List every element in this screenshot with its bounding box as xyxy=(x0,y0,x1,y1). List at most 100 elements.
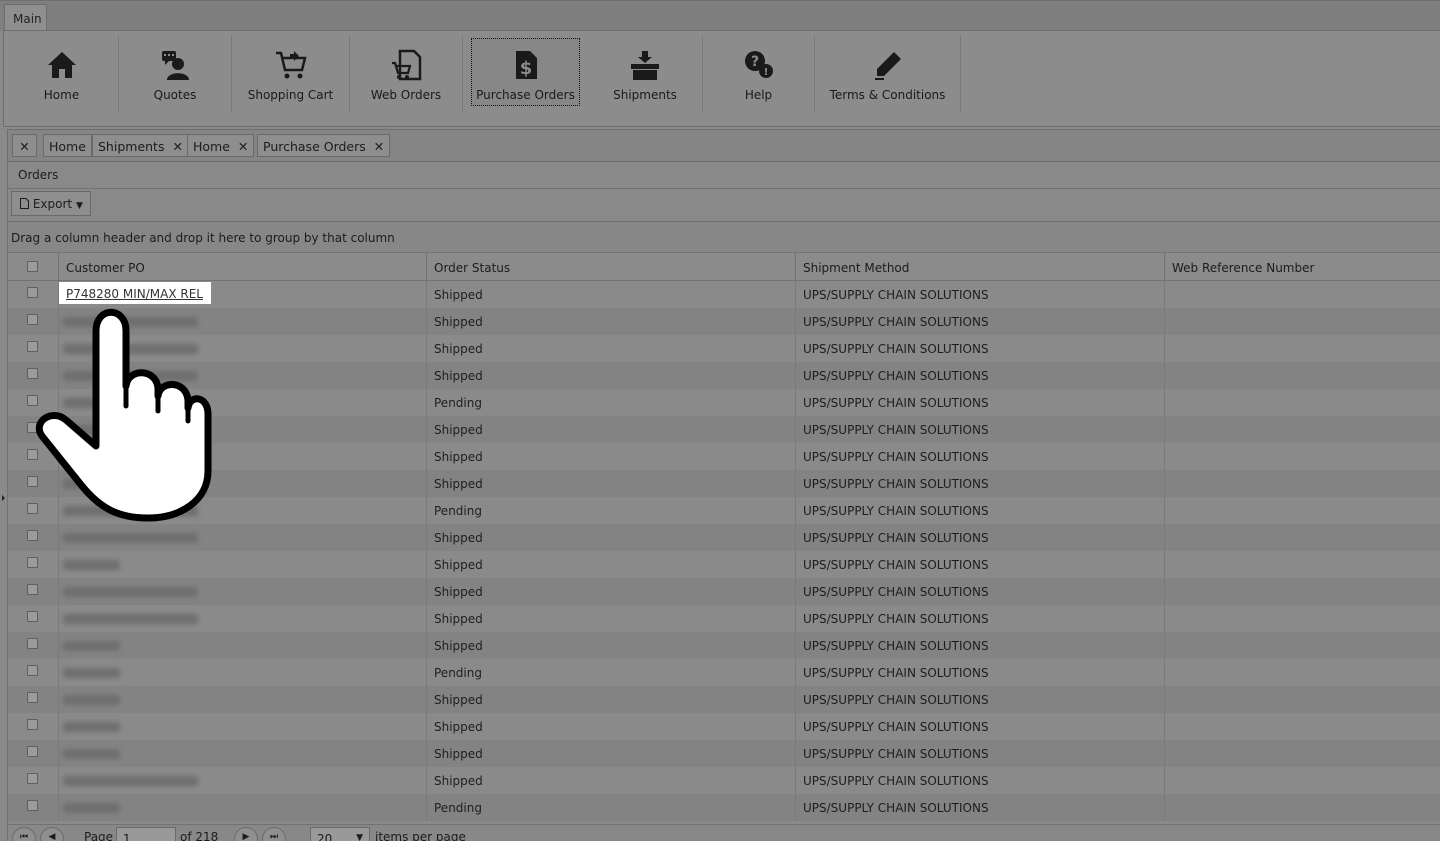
ribbon-button-terms[interactable]: Terms & Conditions xyxy=(815,35,961,113)
export-button[interactable]: Export ▼ xyxy=(11,191,91,216)
table-row[interactable]: Shipped UPS/SUPPLY CHAIN SOLUTIONS xyxy=(8,362,1440,389)
row-checkbox[interactable] xyxy=(27,665,38,676)
order-status-cell: Shipped xyxy=(427,767,796,794)
table-row[interactable]: Shipped UPS/SUPPLY CHAIN SOLUTIONS xyxy=(8,443,1440,470)
svg-text:!: ! xyxy=(763,67,768,78)
ribbon-button-help[interactable]: ? ! Help xyxy=(703,35,815,113)
close-icon[interactable]: ✕ xyxy=(172,139,182,154)
row-checkbox[interactable] xyxy=(27,746,38,757)
table-row[interactable]: Shipped UPS/SUPPLY CHAIN SOLUTIONS xyxy=(8,308,1440,335)
ribbon-button-web-orders[interactable]: Web Orders xyxy=(350,35,463,113)
order-status-cell: Shipped xyxy=(427,281,796,308)
redacted-po xyxy=(63,668,120,678)
table-row[interactable]: Pending UPS/SUPPLY CHAIN SOLUTIONS xyxy=(8,497,1440,524)
tab-label: Purchase Orders xyxy=(263,139,366,154)
redacted-po xyxy=(63,560,120,570)
ribbon-button-purchase-orders[interactable]: $ Purchase Orders xyxy=(471,38,580,106)
shipments-icon xyxy=(631,51,659,80)
web-reference-cell xyxy=(1165,605,1440,632)
page-number-input[interactable]: 1 xyxy=(116,827,176,841)
select-all-checkbox[interactable] xyxy=(27,261,38,272)
redacted-po xyxy=(63,587,198,597)
table-row[interactable]: Pending UPS/SUPPLY CHAIN SOLUTIONS xyxy=(8,659,1440,686)
column-header-web-reference[interactable]: Web Reference Number xyxy=(1165,253,1440,281)
tab-shipments[interactable]: Shipments ✕ xyxy=(92,134,189,157)
last-page-button[interactable]: ⏭ xyxy=(262,827,286,841)
ribbon-button-label: Purchase Orders xyxy=(476,88,575,102)
column-header-order-status[interactable]: Order Status xyxy=(427,253,796,281)
row-select-cell xyxy=(8,632,59,659)
row-checkbox[interactable] xyxy=(27,773,38,784)
ribbon-button-label: Help xyxy=(744,88,773,102)
web-reference-cell xyxy=(1165,416,1440,443)
row-checkbox[interactable] xyxy=(27,584,38,595)
table-row[interactable]: P748280 MIN/MAX REL Shipped UPS/SUPPLY CHA… xyxy=(8,281,1440,308)
row-checkbox[interactable] xyxy=(27,800,38,811)
web-reference-cell xyxy=(1165,524,1440,551)
web-reference-cell xyxy=(1165,335,1440,362)
close-all-tabs-button[interactable]: ✕ xyxy=(12,134,37,157)
web-reference-cell xyxy=(1165,470,1440,497)
web-reference-cell xyxy=(1165,551,1440,578)
ribbon-button-home[interactable]: Home xyxy=(5,35,119,113)
prev-page-button[interactable]: ◀ xyxy=(40,827,64,841)
row-checkbox[interactable] xyxy=(27,557,38,568)
table-row[interactable]: Shipped UPS/SUPPLY CHAIN SOLUTIONS xyxy=(8,740,1440,767)
order-status-cell: Pending xyxy=(427,497,796,524)
table-row[interactable]: Shipped UPS/SUPPLY CHAIN SOLUTIONS xyxy=(8,767,1440,794)
terms-icon xyxy=(874,52,901,80)
row-checkbox[interactable] xyxy=(27,719,38,730)
tab-home[interactable]: Home xyxy=(43,134,92,157)
page-size-select[interactable]: 20 ▼ xyxy=(310,827,370,841)
table-row[interactable]: Shipped UPS/SUPPLY CHAIN SOLUTIONS xyxy=(8,470,1440,497)
shipment-method-cell: UPS/SUPPLY CHAIN SOLUTIONS xyxy=(796,659,1165,686)
close-icon[interactable]: ✕ xyxy=(374,139,384,154)
table-row[interactable]: Pending UPS/SUPPLY CHAIN SOLUTIONS xyxy=(8,794,1440,821)
order-status-cell: Shipped xyxy=(427,578,796,605)
table-row[interactable]: Shipped UPS/SUPPLY CHAIN SOLUTIONS xyxy=(8,335,1440,362)
row-select-cell xyxy=(8,659,59,686)
ribbon-button-label: Shipments xyxy=(613,88,677,102)
order-status-cell: Shipped xyxy=(427,416,796,443)
row-checkbox[interactable] xyxy=(27,692,38,703)
table-row[interactable]: Pending UPS/SUPPLY CHAIN SOLUTIONS xyxy=(8,389,1440,416)
shipment-method-cell: UPS/SUPPLY CHAIN SOLUTIONS xyxy=(796,551,1165,578)
table-row[interactable]: Shipped UPS/SUPPLY CHAIN SOLUTIONS xyxy=(8,416,1440,443)
ribbon-button-quotes[interactable]: Quotes xyxy=(119,35,232,113)
shipment-method-cell: UPS/SUPPLY CHAIN SOLUTIONS xyxy=(796,578,1165,605)
row-checkbox[interactable] xyxy=(27,611,38,622)
side-panel-handle[interactable] xyxy=(2,495,5,501)
shipment-method-cell: UPS/SUPPLY CHAIN SOLUTIONS xyxy=(796,632,1165,659)
table-row[interactable]: Shipped UPS/SUPPLY CHAIN SOLUTIONS xyxy=(8,686,1440,713)
shipment-method-cell: UPS/SUPPLY CHAIN SOLUTIONS xyxy=(796,794,1165,821)
table-row[interactable]: Shipped UPS/SUPPLY CHAIN SOLUTIONS xyxy=(8,605,1440,632)
row-checkbox[interactable] xyxy=(27,530,38,541)
shipment-method-cell: UPS/SUPPLY CHAIN SOLUTIONS xyxy=(796,767,1165,794)
tab-purchase-orders[interactable]: Purchase Orders ✕ xyxy=(257,134,391,157)
help-icon: ? ! xyxy=(744,51,773,78)
first-page-button[interactable]: ⏮ xyxy=(12,827,36,841)
close-icon[interactable]: ✕ xyxy=(238,139,248,154)
web-reference-cell xyxy=(1165,794,1440,821)
ribbon-button-shopping-cart[interactable]: Shopping Cart xyxy=(232,35,350,113)
redacted-po xyxy=(63,641,120,651)
shipment-method-cell: UPS/SUPPLY CHAIN SOLUTIONS xyxy=(796,497,1165,524)
ribbon-button-label: Shopping Cart xyxy=(247,88,334,102)
table-row[interactable]: Shipped UPS/SUPPLY CHAIN SOLUTIONS xyxy=(8,551,1440,578)
next-page-button[interactable]: ▶ xyxy=(234,827,258,841)
table-row[interactable]: Shipped UPS/SUPPLY CHAIN SOLUTIONS xyxy=(8,632,1440,659)
customer-po-cell xyxy=(59,740,427,767)
ribbon-tab-main[interactable]: Main xyxy=(4,4,47,32)
column-header-shipment-method[interactable]: Shipment Method xyxy=(796,253,1165,281)
table-row[interactable]: Shipped UPS/SUPPLY CHAIN SOLUTIONS xyxy=(8,713,1440,740)
tab-home-2[interactable]: Home ✕ xyxy=(187,134,255,157)
home-icon xyxy=(47,52,76,78)
row-checkbox[interactable] xyxy=(27,638,38,649)
table-row[interactable]: Shipped UPS/SUPPLY CHAIN SOLUTIONS xyxy=(8,524,1440,551)
web-reference-cell xyxy=(1165,281,1440,308)
ribbon-button-shipments[interactable]: Shipments xyxy=(588,35,703,113)
column-header-customer-po[interactable]: Customer PO xyxy=(59,253,427,281)
table-row[interactable]: Shipped UPS/SUPPLY CHAIN SOLUTIONS xyxy=(8,578,1440,605)
customer-po-cell xyxy=(59,578,427,605)
group-by-drop-zone[interactable]: Drag a column header and drop it here to… xyxy=(7,221,1440,252)
